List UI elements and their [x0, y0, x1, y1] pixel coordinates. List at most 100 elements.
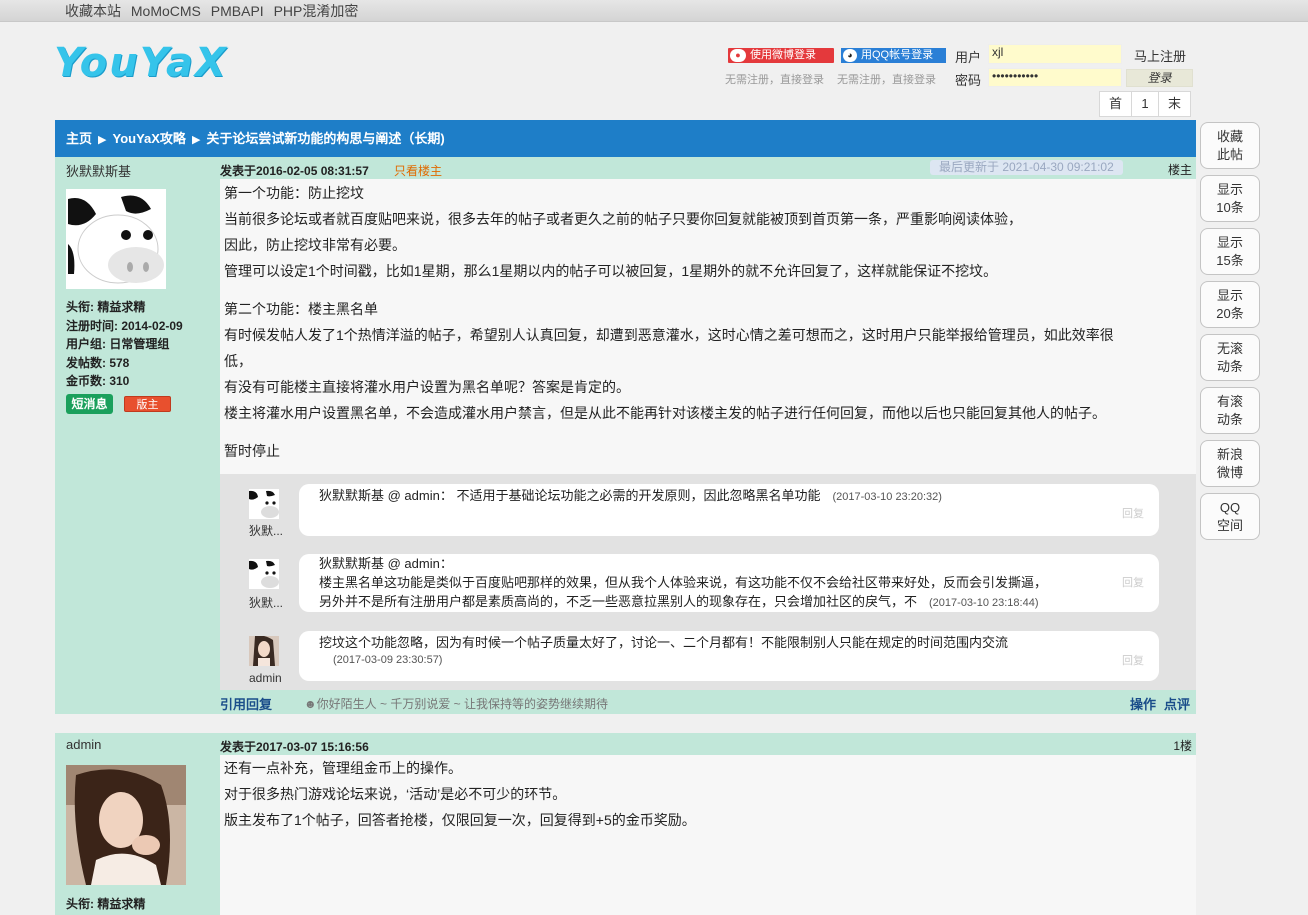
- reply-text: 另外并不是所有注册用户都是素质高尚的，不乏一些恶意拉黑别人的现象存在，只会增加社…: [319, 594, 918, 609]
- body-line: 还有一点补充，管理组金币上的操作。: [224, 760, 462, 776]
- quote-reply-button[interactable]: 引用回复: [220, 694, 272, 713]
- rate-button[interactable]: 点评: [1164, 697, 1190, 712]
- author-stats: 头衔: 精益求精 注册时间: 2014-02-09 用户组: 日常管理组 发帖数…: [66, 298, 183, 391]
- sidebar-scroll-button[interactable]: 有滚 动条: [1200, 387, 1260, 434]
- operate-button[interactable]: 操作: [1130, 697, 1156, 712]
- site-logo[interactable]: YouYaX: [54, 40, 228, 86]
- php-obfuscate-link[interactable]: PHP混淆加密: [274, 3, 359, 19]
- reply-avatar[interactable]: [249, 559, 279, 589]
- avatar[interactable]: [66, 189, 166, 289]
- reply-bubble: 狄默默斯基 @ admin： 不适用于基础论坛功能之必需的开发原则，因此忽略黑名…: [299, 484, 1159, 536]
- sidebar-qzone-share-button[interactable]: QQ 空间: [1200, 493, 1260, 540]
- cow-avatar-icon: [249, 489, 279, 519]
- list-item: admin 挖坟这个功能忽略，因为有时候一个帖子质量太好了，讨论一、二个月都有！…: [249, 631, 1159, 685]
- sidebar-qzone-label: QQ 空间: [1216, 500, 1243, 533]
- author-title: 头衔: 精益求精: [66, 897, 146, 911]
- qq-penguin-icon: ◕: [843, 49, 857, 62]
- woman-avatar-icon: [249, 636, 279, 666]
- author-register-date: 注册时间: 2014-02-09: [66, 318, 183, 333]
- last-updated: 最后更新于 2021-04-30 09:21:02: [930, 160, 1123, 175]
- pmbapi-link[interactable]: PMBAPI: [211, 3, 264, 19]
- sidebar-weibo-share-button[interactable]: 新浪 微博: [1200, 440, 1260, 487]
- post-body: 第一个功能：防止挖坟 当前很多论坛或者就百度贴吧来说，很多去年的帖子或者更久之前…: [220, 180, 1196, 464]
- post-date: 发表于2017-03-07 15:16:56: [220, 740, 369, 754]
- sidebar-show-15-button[interactable]: 显示 15条: [1200, 228, 1260, 275]
- reply-author[interactable]: 狄默...: [249, 522, 289, 539]
- body-line: 对于很多热门游戏论坛来说，‘活动’是必不可少的环节。: [224, 786, 567, 802]
- cow-avatar-icon: [249, 559, 279, 589]
- reply-button[interactable]: 回复: [1122, 574, 1144, 593]
- breadcrumb-topic[interactable]: 关于论坛尝试新功能的构思与阐述（长期): [206, 131, 444, 146]
- signature: ☻你好陌生人 ~ 千万别说爱 ~ 让我保持等的姿势继续期待: [304, 695, 608, 712]
- reply-button[interactable]: 回复: [1122, 504, 1144, 524]
- bookmark-link[interactable]: 收藏本站: [65, 3, 121, 19]
- body-line: 暂时停止: [224, 443, 280, 459]
- post-header: 发表于2017-03-07 15:16:56 1楼: [220, 733, 1196, 755]
- password-input[interactable]: •••••••••••: [988, 68, 1122, 87]
- reply-author[interactable]: 狄默...: [249, 594, 289, 611]
- sidebar-weibo-label: 新浪 微博: [1216, 447, 1243, 480]
- post-reply: admin 头衔: 精益求精 发表于2017-03-07 15:16:56 1楼…: [55, 733, 1196, 915]
- sidebar-show-10-button[interactable]: 显示 10条: [1200, 175, 1260, 222]
- post-footer: 引用回复 ☻你好陌生人 ~ 千万别说爱 ~ 让我保持等的姿势继续期待 操作 点评: [220, 690, 1196, 714]
- sidebar-favorite-button[interactable]: 收藏 此帖: [1200, 122, 1260, 169]
- username-input[interactable]: xjl: [988, 44, 1122, 64]
- first-page-button[interactable]: 首: [1099, 91, 1132, 117]
- list-item: 狄默... 狄默默斯基 @ admin： 楼主黑名单这功能是类似于百度贴吧那样的…: [249, 554, 1159, 612]
- reply-list: 狄默... 狄默默斯基 @ admin： 不适用于基础论坛功能之必需的开发原则，…: [220, 474, 1196, 690]
- last-page-button[interactable]: 末: [1158, 91, 1191, 117]
- reply-author[interactable]: admin: [249, 671, 289, 685]
- post-author-name[interactable]: admin: [66, 737, 101, 752]
- sidebar-scroll-label: 有滚 动条: [1216, 394, 1243, 427]
- qq-login-label: 用QQ帐号登录: [861, 49, 934, 61]
- signature-text: 你好陌生人 ~ 千万别说爱 ~ 让我保持等的姿势继续期待: [316, 697, 608, 711]
- avatar[interactable]: [66, 765, 186, 885]
- floor-label: 楼主: [1167, 163, 1192, 177]
- only-op-link[interactable]: 只看楼主: [394, 162, 442, 179]
- right-sidebar: 收藏 此帖 显示 10条 显示 15条 显示 20条 无滚 动条 有滚 动条 新浪 微博 QQ…: [1200, 122, 1260, 546]
- sidebar-no-scroll-button[interactable]: 无滚 动条: [1200, 334, 1260, 381]
- author-stats: 头衔: 精益求精: [66, 895, 145, 914]
- reply-avatar[interactable]: [249, 636, 279, 666]
- sidebar-show-20-button[interactable]: 显示 20条: [1200, 281, 1260, 328]
- body-line: 版主发布了1个帖子，回答者抢楼，仅限回复一次，回复得到+5的金币奖励。: [224, 812, 696, 828]
- signature-icon: ☻: [304, 697, 317, 711]
- short-message-button[interactable]: 短消息: [66, 394, 113, 414]
- sidebar-show-10-label: 显示 10条: [1216, 182, 1244, 215]
- reply-time: (2017-03-09 23:30:57): [333, 654, 443, 666]
- breadcrumb: 主页 ▶ YouYaX攻略 ▶ 关于论坛尝试新功能的构思与阐述（长期): [55, 120, 1196, 157]
- breadcrumb-home[interactable]: 主页: [66, 131, 92, 146]
- body-line: 因此，防止挖坟非常有必要。: [224, 237, 406, 253]
- sidebar-favorite-label: 收藏 此帖: [1216, 129, 1243, 162]
- author-post-count: 发帖数: 578: [66, 355, 130, 370]
- post-author-name[interactable]: 狄默默斯基: [66, 161, 131, 180]
- reply-button[interactable]: 回复: [1122, 651, 1144, 671]
- reply-avatar[interactable]: [249, 489, 279, 519]
- top-links: 收藏本站 MoMoCMS PMBAPI PHP混淆加密: [65, 1, 364, 21]
- password-label: 密码: [955, 73, 982, 88]
- username-label: 用户: [955, 50, 982, 65]
- momocms-link[interactable]: MoMoCMS: [131, 3, 201, 19]
- breadcrumb-section[interactable]: YouYaX攻略: [112, 131, 185, 146]
- author-coins: 金币数: 310: [66, 374, 130, 388]
- reply-bubble: 挖坟这个功能忽略，因为有时候一个帖子质量太好了，讨论一、二个月都有！不能限制别人…: [299, 631, 1159, 681]
- weibo-icon: ●: [730, 49, 746, 62]
- post-actions: 操作 点评: [1122, 694, 1190, 713]
- qq-login-button[interactable]: ◕ 用QQ帐号登录: [841, 48, 946, 63]
- weibo-login-button[interactable]: ● 使用微博登录: [728, 48, 834, 63]
- body-line: 第二个功能：楼主黑名单: [224, 301, 378, 317]
- pagination: 首 1 末: [1099, 91, 1191, 117]
- register-link[interactable]: 马上注册: [1134, 46, 1186, 65]
- body-line: 楼主将灌水用户设置黑名单，不会造成灌水用户禁言，但是从此不能再针对该楼主发的帖子…: [224, 405, 1106, 421]
- login-button[interactable]: 登录: [1126, 69, 1193, 87]
- reply-time: (2017-03-10 23:18:44): [929, 597, 1039, 609]
- body-line: 有没有可能楼主直接将灌水用户设置为黑名单呢？答案是肯定的。: [224, 379, 630, 395]
- post-date: 发表于2016-02-05 08:31:57: [220, 164, 369, 178]
- reply-text: 狄默默斯基 @ admin： 不适用于基础论坛功能之必需的开发原则，因此忽略黑名…: [319, 488, 821, 503]
- sidebar-show-20-label: 显示 20条: [1216, 288, 1244, 321]
- post-content: 还有一点补充，管理组金币上的操作。 对于很多热门游戏论坛来说，‘活动’是必不可少…: [220, 755, 1196, 915]
- page-1-button[interactable]: 1: [1131, 91, 1159, 117]
- reply-text: 楼主黑名单这功能是类似于百度贴吧那样的效果，但从我个人体验来说，有这功能不仅不会…: [319, 575, 1048, 590]
- weibo-hint: 无需注册，直接登录: [725, 74, 824, 86]
